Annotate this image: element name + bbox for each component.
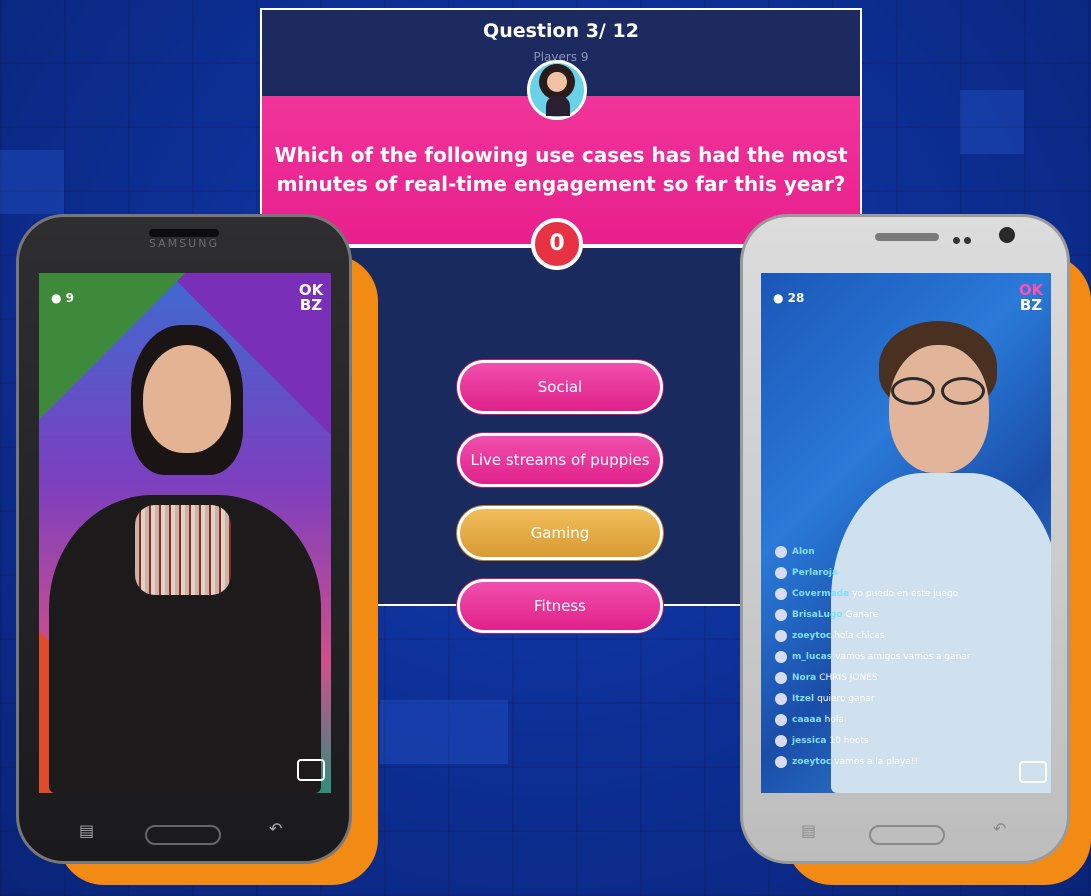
viewer-count: ● 9 [51,291,75,305]
chat-text: CHRIS JONES [819,672,878,683]
brand-logo: OK BZ [297,283,325,313]
question-text: Which of the following use cases has had… [274,143,848,196]
chat-avatar [775,692,787,705]
chat-user: m_lucas [792,651,833,662]
left-phone: SAMSUNG ● 9 OK BZ ▤ ↶ [16,214,352,864]
speaker-grille [875,233,939,241]
chat-avatar [775,608,787,621]
logo-line-2: BZ [1019,296,1043,314]
brand-logo: OK BZ [1017,283,1045,313]
chat-avatar [775,755,787,768]
chat-text: yo puedo en este juego [852,588,959,599]
chat-avatar [775,713,787,726]
chat-message: Perlaroja [775,562,1035,583]
chat-avatar [775,671,787,684]
chat-avatar [775,587,787,600]
viewer-count: ● 28 [773,291,805,305]
viewer-count-value: 9 [65,291,75,305]
back-icon[interactable]: ↶ [993,819,1006,838]
answer-option-social[interactable]: Social [457,360,663,414]
host-glasses [941,377,985,405]
chat-text: vamos a la playa!! [834,756,918,767]
logo-line-2: BZ [299,296,323,314]
home-button[interactable] [145,825,221,845]
chat-user: Perlaroja [792,567,839,578]
chat-avatar [775,566,787,579]
chat-message: caaaa hola [775,709,1035,730]
front-camera [953,229,983,244]
chat-message: BrisaLugo Ganare [775,604,1035,625]
host-bow [135,505,231,595]
back-icon[interactable]: ↶ [269,819,282,838]
chat-message: Alon [775,541,1035,562]
bg-tile [380,700,508,764]
bg-tile [960,90,1024,154]
host-avatar [527,60,587,120]
question-counter: Question 3/ 12 [483,20,639,42]
chat-text: quiero ganar [817,693,875,704]
right-phone: ● 28 OK BZ Alon Perlaroja Covermada yo pue… [740,214,1070,864]
camera-lens [999,227,1015,243]
countdown-timer: 0 [531,218,583,270]
host-face [143,345,231,453]
chat-message: Itzel quiero ganar [775,688,1035,709]
chat-avatar [775,545,787,558]
phone-brand: SAMSUNG [149,237,219,250]
left-stream-screen[interactable]: ● 9 OK BZ [39,273,331,793]
chat-message: Covermada yo puedo en este juego [775,583,1035,604]
chat-message: jessica 10 hoots [775,730,1035,751]
chat-avatar [775,650,787,663]
live-chat: Alon Perlaroja Covermada yo puedo en este… [775,541,1035,772]
chat-user: Nora [792,672,817,683]
host-glasses [891,377,935,405]
chat-user: Covermada [792,588,850,599]
chat-avatar [775,629,787,642]
chat-user: Itzel [792,693,815,704]
chat-user: caaaa [792,714,822,725]
host-face [889,345,989,473]
viewer-count-value: 28 [787,291,805,305]
chat-text: vamos amigos vamos a ganar [835,651,971,662]
chat-icon[interactable] [1019,761,1047,783]
chat-message: Nora CHRIS JONES [775,667,1035,688]
speaker-grille [149,229,219,237]
answer-option-gaming[interactable]: Gaming [457,506,663,560]
menu-icon[interactable]: ▤ [801,821,816,840]
chat-user: jessica [792,735,827,746]
chat-text: Ganare [845,609,879,620]
home-button[interactable] [869,825,945,845]
chat-message: zoeytoc vamos a la playa!! [775,751,1035,772]
chat-user: Alon [792,546,815,557]
chat-text: hola [824,714,844,725]
menu-icon[interactable]: ▤ [79,821,94,840]
chat-icon[interactable] [297,759,325,781]
right-stream-screen[interactable]: ● 28 OK BZ Alon Perlaroja Covermada yo pue… [761,273,1051,793]
chat-text: 10 hoots [829,735,869,746]
chat-text: hola chicas [834,630,885,641]
chat-message: m_lucas vamos amigos vamos a ganar [775,646,1035,667]
chat-message: zoeytoc hola chicas [775,625,1035,646]
chat-avatar [775,734,787,747]
bg-tile [0,150,64,214]
chat-user: zoeytoc [792,756,832,767]
answer-option-puppies[interactable]: Live streams of puppies [457,433,663,487]
answer-option-fitness[interactable]: Fitness [457,579,663,633]
chat-user: zoeytoc [792,630,832,641]
chat-user: BrisaLugo [792,609,843,620]
